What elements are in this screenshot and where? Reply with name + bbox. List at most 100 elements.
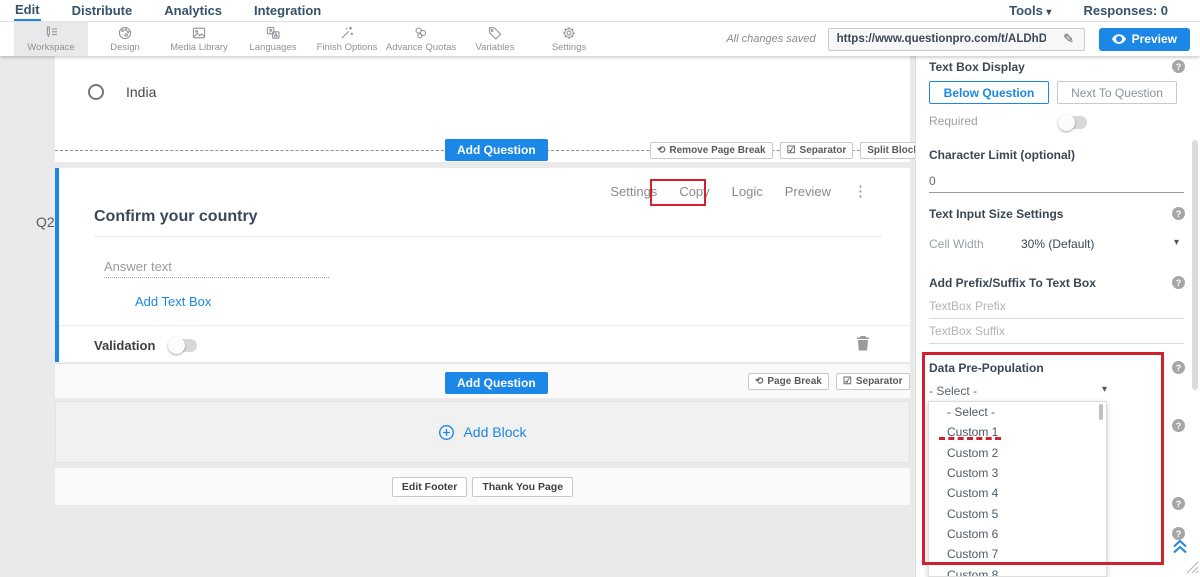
page-break-icon: ⟲ (657, 145, 665, 156)
thank-you-page-button[interactable]: Thank You Page (472, 477, 573, 497)
page-break-label: Page Break (767, 376, 821, 387)
survey-url-input[interactable] (829, 33, 1054, 45)
radio-option-label: India (126, 84, 156, 100)
magic-wand-icon (339, 25, 355, 41)
add-question-button-1[interactable]: Add Question (445, 139, 548, 161)
sidebar-scrollbar[interactable] (1192, 140, 1198, 390)
data-pre-population-dropdown: - Select - Custom 1 Custom 2 Custom 3 Cu… (928, 401, 1107, 577)
next-to-question-option[interactable]: Next To Question (1057, 81, 1177, 104)
separator-icon: ☑ (787, 145, 796, 156)
toolbar-tab-media-library[interactable]: Media Library (162, 22, 236, 56)
separator-button-1[interactable]: ☑Separator (780, 142, 854, 159)
panel-resize-handle[interactable] (1184, 559, 1200, 575)
survey-url-box: ✎ (828, 28, 1085, 51)
separator-button-2[interactable]: ☑ Separator (836, 373, 910, 390)
save-status-text: All changes saved (726, 33, 815, 45)
text-box-display-title: Text Box Display (929, 60, 1025, 74)
help-icon[interactable]: ? (1172, 419, 1185, 432)
cell-width-value[interactable]: 30% (Default) (1021, 237, 1094, 251)
below-question-option[interactable]: Below Question (929, 81, 1049, 104)
palette-icon (117, 25, 133, 41)
validation-toggle[interactable] (169, 339, 197, 352)
dropdown-option-custom-7[interactable]: Custom 7 (929, 544, 1106, 564)
preview-button[interactable]: Preview (1099, 28, 1190, 51)
validation-label: Validation (94, 338, 155, 353)
selected-value: - Select - (929, 384, 977, 398)
separator-icon: ☑ (843, 376, 852, 387)
toolbar-tab-languages[interactable]: Languages (236, 22, 310, 56)
help-icon[interactable]: ? (1172, 497, 1185, 510)
dropdown-option-custom-8[interactable]: Custom 8 (929, 564, 1106, 577)
dropdown-option-custom-2[interactable]: Custom 2 (929, 443, 1106, 463)
delete-question-trash-icon[interactable] (854, 334, 872, 352)
page-break-icon: ⟲ (755, 376, 763, 387)
toolbar-tab-advance-quotas[interactable]: Advance Quotas (384, 22, 458, 56)
tag-icon (487, 25, 503, 41)
translate-icon (265, 25, 281, 41)
help-icon[interactable]: ? (1172, 361, 1185, 374)
question-title[interactable]: Confirm your country (94, 208, 882, 237)
help-icon[interactable]: ? (1172, 276, 1185, 289)
toolbar-tab-settings[interactable]: Settings (532, 22, 606, 56)
edit-footer-button[interactable]: Edit Footer (392, 477, 467, 497)
question-card-q2: Settings Copy Logic Preview ⋮ Confirm yo… (55, 168, 910, 362)
question-preview-action[interactable]: Preview (785, 184, 831, 199)
toolbar-tab-label: Languages (249, 42, 296, 53)
cell-width-caret-icon[interactable]: ▾ (1174, 237, 1179, 248)
collapse-panel-double-chevron-up-icon[interactable] (1171, 537, 1189, 555)
nav-tab-integration[interactable]: Integration (253, 1, 322, 20)
add-text-box-link[interactable]: Add Text Box (135, 294, 211, 309)
nav-tab-edit[interactable]: Edit (14, 0, 41, 21)
question-copy-action[interactable]: Copy (679, 184, 709, 199)
chain-links-icon (413, 25, 429, 41)
character-limit-title: Character Limit (optional) (929, 148, 1075, 162)
nav-tab-distribute[interactable]: Distribute (71, 1, 134, 20)
toolbar-tab-variables[interactable]: Variables (458, 22, 532, 56)
top-navigation: Edit Distribute Analytics Integration To… (0, 0, 1200, 22)
add-question-button-2[interactable]: Add Question (445, 372, 548, 394)
help-icon[interactable]: ? (1172, 207, 1185, 220)
remove-page-break-button[interactable]: ⟲Remove Page Break (650, 142, 773, 159)
workspace-toolbar: Workspace Design Media Library Languages… (0, 22, 1200, 56)
dropdown-option-select[interactable]: - Select - (929, 402, 1106, 422)
add-block-button[interactable]: Add Block (438, 424, 526, 441)
edit-url-pencil-icon[interactable]: ✎ (1054, 31, 1084, 47)
textbox-suffix-input[interactable] (929, 324, 1184, 344)
tools-menu[interactable]: Tools ▾ (1009, 3, 1051, 18)
dropdown-scrollbar[interactable] (1099, 404, 1103, 420)
character-limit-input[interactable] (929, 174, 1184, 193)
responses-count[interactable]: Responses: 0 (1083, 3, 1168, 18)
card-divider (59, 325, 910, 326)
dropdown-option-custom-4[interactable]: Custom 4 (929, 483, 1106, 503)
question-number-q2: Q2 (36, 214, 55, 230)
radio-option-india[interactable] (88, 84, 104, 100)
dropdown-option-custom-1[interactable]: Custom 1 (929, 422, 1106, 442)
plus-circle-icon (438, 424, 455, 441)
help-icon[interactable]: ? (1172, 60, 1185, 73)
select-caret-icon: ▾ (1102, 384, 1107, 395)
preview-label: Preview (1132, 32, 1177, 46)
add-block-area: Add Block (55, 401, 910, 463)
separator-label: Separator (856, 376, 903, 387)
dropdown-option-custom-3[interactable]: Custom 3 (929, 463, 1106, 483)
toolbar-tab-finish-options[interactable]: Finish Options (310, 22, 384, 56)
add-question-strip: Add Question ⟲ Page Break ☑ Separator (55, 363, 910, 398)
eye-icon (1112, 34, 1126, 44)
answer-text-input[interactable] (104, 256, 329, 278)
question-settings-action[interactable]: Settings (610, 184, 657, 199)
toolbar-tab-design[interactable]: Design (88, 22, 162, 56)
dropdown-option-custom-5[interactable]: Custom 5 (929, 503, 1106, 523)
image-icon (191, 25, 207, 41)
toolbar-tab-workspace[interactable]: Workspace (14, 22, 88, 56)
toolbar-tab-label: Design (110, 42, 140, 53)
textbox-prefix-input[interactable] (929, 299, 1184, 319)
required-label: Required (929, 114, 978, 128)
gear-icon (561, 25, 577, 41)
required-toggle[interactable] (1059, 116, 1087, 129)
kebab-menu-icon[interactable]: ⋮ (853, 182, 868, 200)
nav-tab-analytics[interactable]: Analytics (163, 1, 223, 20)
text-input-size-title: Text Input Size Settings (929, 207, 1063, 221)
question-logic-action[interactable]: Logic (732, 184, 763, 199)
dropdown-option-custom-6[interactable]: Custom 6 (929, 524, 1106, 544)
page-break-button[interactable]: ⟲ Page Break (748, 373, 829, 390)
